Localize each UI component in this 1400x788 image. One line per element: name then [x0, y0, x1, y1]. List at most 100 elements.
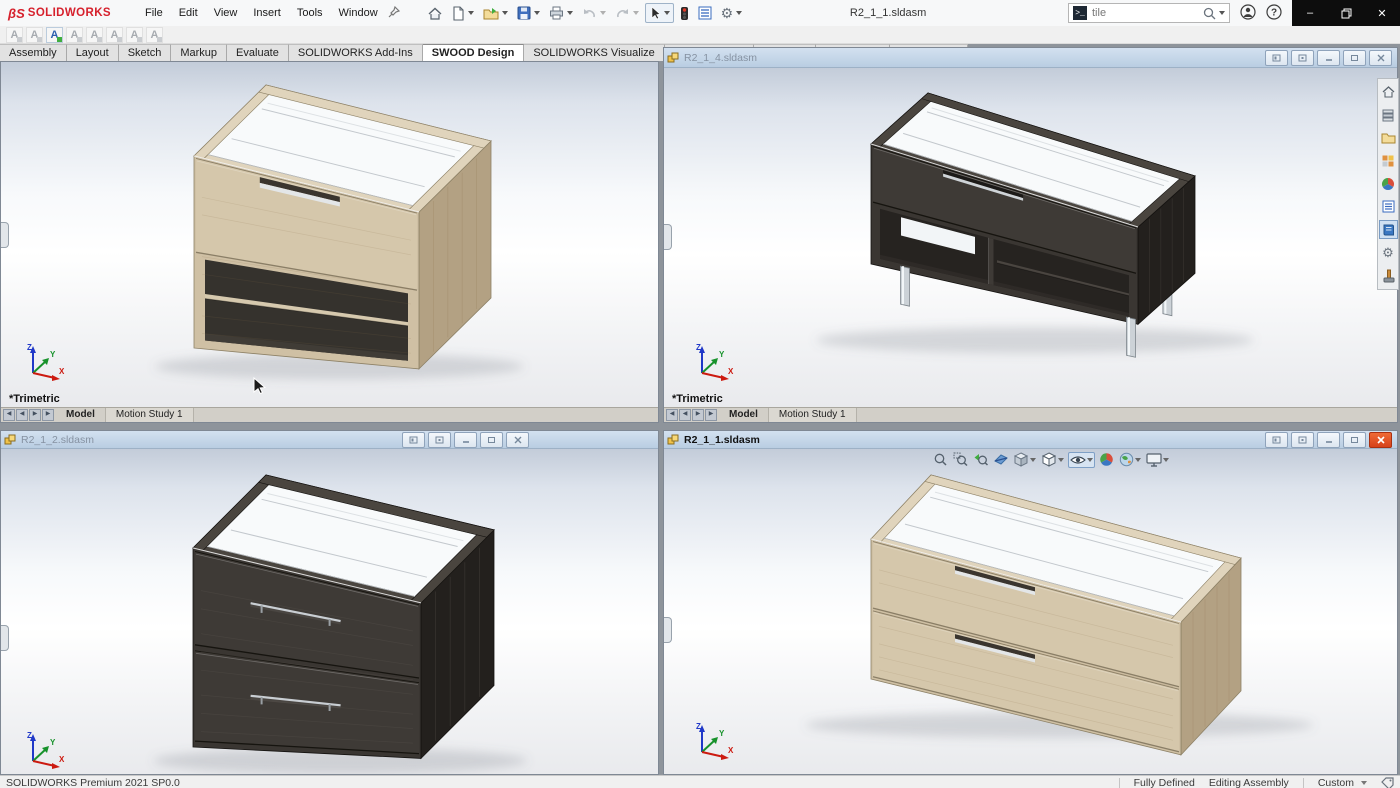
display-style-icon[interactable]: [1040, 451, 1065, 468]
open-document-button[interactable]: [480, 4, 511, 23]
viewport-canvas[interactable]: Z Y X *Trimetric: [1, 62, 658, 407]
swood-library-icon[interactable]: [1380, 221, 1397, 238]
pane-button-1[interactable]: [1265, 432, 1288, 448]
zoom-to-fit-icon[interactable]: [932, 451, 949, 468]
command-tab[interactable]: Assembly: [0, 44, 67, 61]
pane-button-2[interactable]: [428, 432, 451, 448]
resources-home-icon[interactable]: [1380, 83, 1397, 100]
user-account-icon[interactable]: [1240, 4, 1256, 23]
viewport-canvas[interactable]: Z Y X: [664, 449, 1397, 774]
command-tab[interactable]: SOLIDWORKS Add-Ins: [289, 44, 423, 61]
view-settings-icon[interactable]: [1145, 452, 1170, 468]
custom-properties-icon[interactable]: [1380, 198, 1397, 215]
menu-item[interactable]: Tools: [289, 7, 331, 19]
file-explorer-icon[interactable]: [1380, 129, 1397, 146]
model-tab[interactable]: Model: [719, 408, 769, 422]
pane-button-1[interactable]: [1265, 50, 1288, 66]
minimize-viewport-button[interactable]: [1317, 50, 1340, 66]
redo-button[interactable]: [612, 5, 642, 22]
pane-button-1[interactable]: [402, 432, 425, 448]
command-tab[interactable]: Sketch: [119, 44, 172, 61]
design-library-icon[interactable]: [1380, 106, 1397, 123]
search-icon[interactable]: [1203, 7, 1216, 20]
pin-menu-icon[interactable]: [388, 6, 400, 21]
quickbar-a-tool-icon[interactable]: A: [126, 27, 143, 43]
search-input[interactable]: tile: [1092, 7, 1203, 19]
feature-pane-handle[interactable]: [664, 617, 672, 643]
command-tab[interactable]: SWOOD Design: [423, 44, 525, 61]
menu-item[interactable]: Insert: [245, 7, 289, 19]
menu-item[interactable]: Edit: [171, 7, 206, 19]
command-tab[interactable]: SOLIDWORKS Visualize: [524, 44, 664, 61]
close-window-button[interactable]: ✕: [1364, 0, 1400, 26]
viewport-titlebar[interactable]: R2_1_2.sldasm: [1, 431, 658, 449]
minimize-viewport-button[interactable]: [1317, 432, 1340, 448]
restore-window-button[interactable]: [1328, 0, 1364, 26]
close-viewport-button[interactable]: [1369, 432, 1392, 448]
close-viewport-button[interactable]: [1369, 50, 1392, 66]
close-viewport-button[interactable]: [506, 432, 529, 448]
pane-button-2[interactable]: [1291, 50, 1314, 66]
configuration-selector[interactable]: Custom: [1318, 777, 1367, 788]
help-icon[interactable]: ?: [1266, 4, 1282, 23]
swood-options-gears-icon[interactable]: ⚙: [1380, 244, 1397, 261]
viewport-titlebar-active[interactable]: R2_1_1.sldasm: [664, 431, 1397, 449]
quickbar-a-tool-icon[interactable]: A: [146, 27, 163, 43]
appearances-scenes-icon[interactable]: [1380, 175, 1397, 192]
tag-icon[interactable]: [1381, 777, 1394, 788]
model-tab[interactable]: Motion Study 1: [106, 408, 194, 422]
quickbar-a-tool-icon[interactable]: A: [106, 27, 123, 43]
feature-pane-handle[interactable]: [1, 222, 9, 248]
model-tab[interactable]: Model: [56, 408, 106, 422]
quickbar-a-tool-icon[interactable]: A: [6, 27, 23, 43]
quickbar-a-tool-icon[interactable]: A: [86, 27, 103, 43]
edit-appearance-icon[interactable]: [1098, 451, 1115, 468]
restore-viewport-button[interactable]: [1343, 50, 1366, 66]
viewport-canvas[interactable]: Z Y X: [1, 449, 658, 774]
task-list-icon[interactable]: [695, 4, 715, 22]
zoom-to-area-icon[interactable]: [952, 451, 969, 468]
search-options-caret[interactable]: [1219, 11, 1225, 15]
quickbar-a-tool-icon[interactable]: A: [66, 27, 83, 43]
menu-item[interactable]: View: [206, 7, 246, 19]
stoplight-icon[interactable]: [677, 4, 692, 23]
home-button[interactable]: [424, 4, 446, 23]
command-tab[interactable]: Evaluate: [227, 44, 289, 61]
previous-view-icon[interactable]: [972, 451, 989, 468]
hide-show-items-icon[interactable]: [1068, 452, 1095, 468]
select-tool-button[interactable]: [645, 3, 674, 23]
minimize-viewport-button[interactable]: [454, 432, 477, 448]
pane-button-2[interactable]: [1291, 432, 1314, 448]
cabinet-model-dark-legs[interactable]: [664, 68, 1397, 407]
menu-item[interactable]: Window: [331, 7, 386, 19]
cabinet-model-dark-drawers[interactable]: [1, 449, 658, 774]
undo-button[interactable]: [579, 5, 609, 22]
model-tab-nav[interactable]: ◀◀▶▶: [664, 408, 719, 422]
minimize-window-button[interactable]: –: [1292, 0, 1328, 26]
model-tab[interactable]: Motion Study 1: [769, 408, 857, 422]
options-gear-button[interactable]: ⚙: [718, 4, 746, 22]
quickbar-a-tool-icon[interactable]: A: [26, 27, 43, 43]
command-tab[interactable]: Markup: [171, 44, 227, 61]
viewport-titlebar[interactable]: R2_1_4.sldasm: [664, 48, 1397, 68]
search-box[interactable]: >_ tile: [1068, 3, 1230, 23]
new-document-button[interactable]: [449, 4, 477, 23]
apply-scene-icon[interactable]: [1118, 451, 1142, 468]
cabinet-model-oak-shelf[interactable]: [1, 62, 658, 407]
menu-item[interactable]: File: [137, 7, 171, 19]
model-tab-nav[interactable]: ◀◀▶▶: [1, 408, 56, 422]
section-view-icon[interactable]: [992, 451, 1009, 468]
view-palette-icon[interactable]: [1380, 152, 1397, 169]
viewport-canvas[interactable]: Z Y X *Trimetric: [664, 68, 1397, 407]
command-tab[interactable]: Layout: [67, 44, 119, 61]
view-orientation-icon[interactable]: [1012, 451, 1037, 468]
cabinet-model-oak-drawers[interactable]: [664, 449, 1397, 774]
quickbar-a-tool-icon[interactable]: A: [46, 27, 63, 43]
restore-viewport-button[interactable]: [1343, 432, 1366, 448]
print-button[interactable]: [546, 4, 576, 22]
restore-viewport-button[interactable]: [480, 432, 503, 448]
feature-pane-handle[interactable]: [1, 625, 9, 651]
feature-pane-handle[interactable]: [664, 224, 672, 250]
swood-machining-tool-icon[interactable]: [1380, 267, 1397, 284]
save-button[interactable]: [514, 4, 543, 22]
